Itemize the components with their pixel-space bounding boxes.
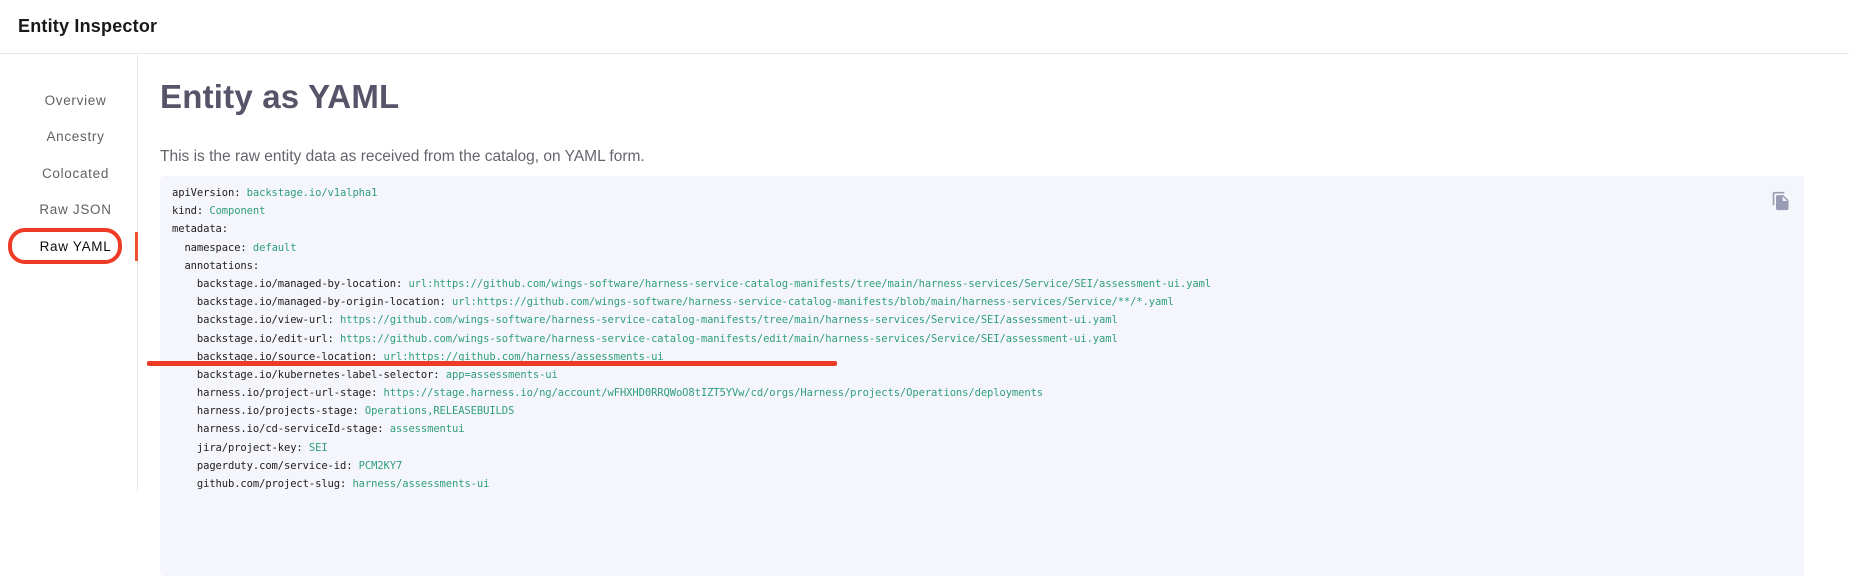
tab-label: Ancestry <box>46 129 104 144</box>
yaml-line: harness.io/projects-stage: Operations,RE… <box>172 402 1792 420</box>
yaml-line: backstage.io/managed-by-location: url:ht… <box>172 275 1792 293</box>
tab-label: Raw YAML <box>40 239 112 254</box>
yaml-line: jira/project-key: SEI <box>172 439 1792 457</box>
yaml-line: backstage.io/kubernetes-label-selector: … <box>172 366 1792 384</box>
yaml-line: github.com/project-slug: harness/assessm… <box>172 475 1792 493</box>
dialog-title: Entity Inspector <box>18 16 157 37</box>
yaml-line: namespace: default <box>172 239 1792 257</box>
tab-label: Overview <box>45 93 107 108</box>
yaml-code-block: apiVersion: backstage.io/v1alpha1kind: C… <box>160 176 1804 576</box>
dialog-body: Overview Ancestry Colocated Raw JSON Raw YAM… <box>0 55 1849 491</box>
yaml-line: backstage.io/edit-url: https://github.co… <box>172 330 1792 348</box>
tab-raw-json[interactable]: Raw JSON <box>0 192 137 229</box>
yaml-line: backstage.io/managed-by-origin-location:… <box>172 293 1792 311</box>
yaml-line: annotations: <box>172 257 1792 275</box>
tab-raw-yaml[interactable]: Raw YAML <box>0 228 137 265</box>
yaml-content: apiVersion: backstage.io/v1alpha1kind: C… <box>172 184 1792 493</box>
yaml-line: backstage.io/view-url: https://github.co… <box>172 311 1792 329</box>
tab-colocated[interactable]: Colocated <box>0 155 137 192</box>
inspector-tab-list: Overview Ancestry Colocated Raw JSON Raw YAM… <box>0 55 138 491</box>
main-content: Entity as YAML This is the raw entity da… <box>138 55 1849 491</box>
dialog-titlebar: Entity Inspector <box>0 0 1849 54</box>
page-title: Entity as YAML <box>160 77 1804 117</box>
yaml-line: harness.io/cd-serviceId-stage: assessmen… <box>172 420 1792 438</box>
yaml-line: backstage.io/source-location: url:https:… <box>172 348 1792 366</box>
tab-overview[interactable]: Overview <box>0 82 137 119</box>
yaml-line: harness.io/project-url-stage: https://st… <box>172 384 1792 402</box>
file-copy-icon <box>1771 191 1791 211</box>
yaml-line: pagerduty.com/service-id: PCM2KY7 <box>172 457 1792 475</box>
tab-label: Colocated <box>42 166 109 181</box>
yaml-line: metadata: <box>172 220 1792 238</box>
page-subtitle: This is the raw entity data as received … <box>160 147 1804 167</box>
copy-button[interactable] <box>1770 191 1792 213</box>
tab-label: Raw JSON <box>39 202 111 217</box>
tab-ancestry[interactable]: Ancestry <box>0 119 137 156</box>
yaml-line: apiVersion: backstage.io/v1alpha1 <box>172 184 1792 202</box>
yaml-line: kind: Component <box>172 202 1792 220</box>
